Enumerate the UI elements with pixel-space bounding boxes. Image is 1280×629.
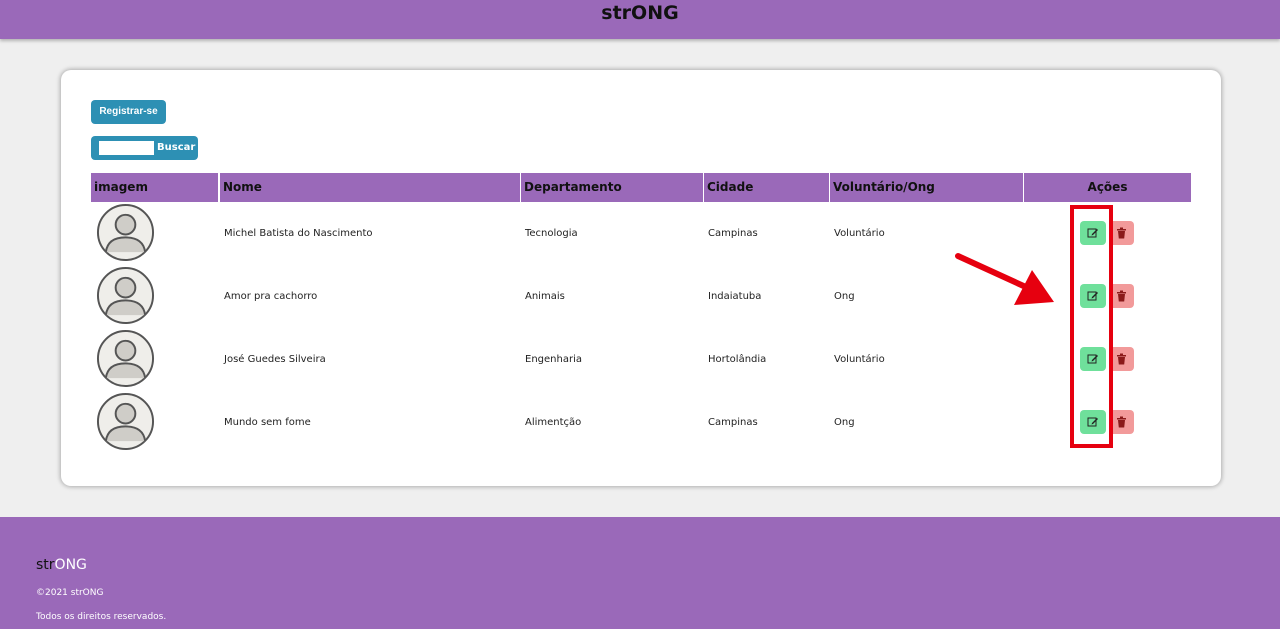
footer-brand-prefix: str bbox=[36, 557, 55, 573]
cell-tipo: Voluntário bbox=[834, 354, 885, 365]
column-header-cidade: Cidade bbox=[704, 173, 829, 202]
search-button[interactable]: Buscar bbox=[157, 136, 195, 160]
column-header-nome: Nome bbox=[220, 173, 520, 202]
cell-cidade: Indaiatuba bbox=[708, 291, 762, 302]
cell-nome: Michel Batista do Nascimento bbox=[224, 228, 373, 239]
red-arrow bbox=[955, 253, 1054, 305]
user-avatar-icon bbox=[96, 266, 155, 325]
trash-icon bbox=[1117, 290, 1126, 302]
cell-tipo: Voluntário bbox=[834, 228, 885, 239]
column-header-voluntario-ong: Voluntário/Ong bbox=[830, 173, 1023, 202]
column-header-imagem: imagem bbox=[91, 173, 218, 202]
trash-icon bbox=[1117, 227, 1126, 239]
cell-nome: Amor pra cachorro bbox=[224, 291, 318, 302]
table-row: Mundo sem fome Alimentção Campinas Ong bbox=[91, 391, 1191, 454]
cell-tipo: Ong bbox=[834, 417, 855, 428]
app-title: strONG bbox=[601, 2, 679, 24]
user-avatar-icon bbox=[96, 203, 155, 262]
trash-icon bbox=[1117, 353, 1126, 365]
cell-tipo: Ong bbox=[834, 291, 855, 302]
cell-departamento: Engenharia bbox=[525, 354, 582, 365]
register-button[interactable]: Registrar-se bbox=[91, 100, 166, 124]
footer-brand: strONG bbox=[36, 557, 87, 573]
cell-departamento: Animais bbox=[525, 291, 565, 302]
user-avatar-icon bbox=[96, 392, 155, 451]
table-row: José Guedes Silveira Engenharia Hortolân… bbox=[91, 328, 1191, 391]
cell-cidade: Campinas bbox=[708, 417, 758, 428]
footer-brand-suffix: ONG bbox=[54, 557, 87, 573]
search-input[interactable] bbox=[99, 141, 154, 155]
search-form: Buscar bbox=[91, 136, 198, 160]
trash-icon bbox=[1117, 416, 1126, 428]
cell-nome: José Guedes Silveira bbox=[224, 354, 326, 365]
footer-copyright: ©2021 strONG bbox=[36, 588, 104, 598]
column-header-departamento: Departamento bbox=[521, 173, 703, 202]
cell-cidade: Campinas bbox=[708, 228, 758, 239]
footer-rights: Todos os direitos reservados. bbox=[36, 612, 167, 622]
cell-cidade: Hortolândia bbox=[708, 354, 767, 365]
cell-nome: Mundo sem fome bbox=[224, 417, 311, 428]
column-header-acoes: Ações bbox=[1024, 173, 1191, 202]
user-avatar-icon bbox=[96, 329, 155, 388]
top-navbar: strONG bbox=[0, 0, 1280, 39]
cell-departamento: Tecnologia bbox=[525, 228, 578, 239]
footer: strONG ©2021 strONG Todos os direitos re… bbox=[0, 517, 1280, 629]
cell-departamento: Alimentção bbox=[525, 417, 582, 428]
annotation-highlight-box bbox=[1070, 205, 1113, 448]
